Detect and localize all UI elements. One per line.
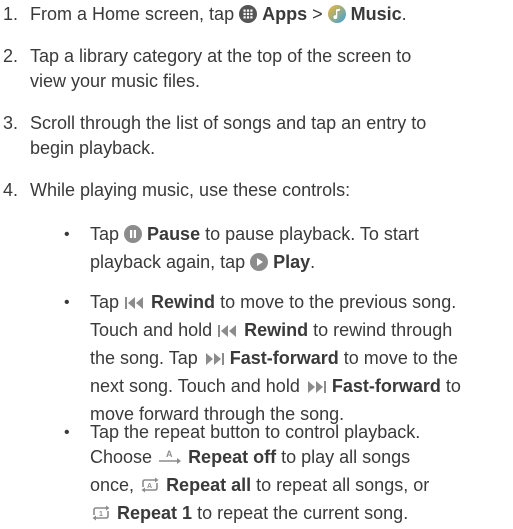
- rewind-icon: [124, 293, 146, 318]
- bullet-dot: •: [64, 424, 70, 441]
- fast-forward-icon: [203, 349, 225, 374]
- repeat-all-icon: A: [139, 476, 161, 501]
- step-text: While playing music, use these controls:: [30, 180, 351, 200]
- step-text: Tap a library category at the top of the…: [30, 46, 412, 91]
- repeat-one-icon: 1: [90, 504, 112, 529]
- step-text: From a Home screen, tap Apps > Music.: [30, 2, 510, 30]
- play-icon: [250, 253, 269, 278]
- step-number: 3.: [3, 113, 19, 133]
- rewind-icon: [217, 321, 239, 346]
- repeat-off-icon: A: [157, 448, 183, 473]
- step-text: Scroll through the list of songs and tap…: [30, 113, 427, 158]
- svg-text:A: A: [147, 483, 152, 490]
- bullet-dot: •: [64, 226, 70, 243]
- fast-forward-icon: [305, 377, 327, 402]
- step-number: 4.: [3, 180, 19, 200]
- music-label: Music: [350, 4, 402, 24]
- music-note-icon: [327, 5, 346, 30]
- svg-text:1: 1: [99, 511, 103, 518]
- bullet-text: Tap Pause to pause playback. To start pl…: [90, 222, 510, 278]
- apps-label: Apps: [262, 4, 308, 24]
- bullet-text: Tap the repeat button to control playbac…: [90, 420, 510, 529]
- svg-text:A: A: [166, 449, 173, 459]
- step-number: 1.: [3, 4, 19, 24]
- step-number: 2.: [3, 46, 19, 66]
- apps-grid-icon: [239, 5, 258, 30]
- pause-icon: [124, 225, 143, 250]
- bullet-dot: •: [64, 294, 70, 311]
- bullet-text: Tap Rewind to move to the previous song.…: [90, 292, 461, 424]
